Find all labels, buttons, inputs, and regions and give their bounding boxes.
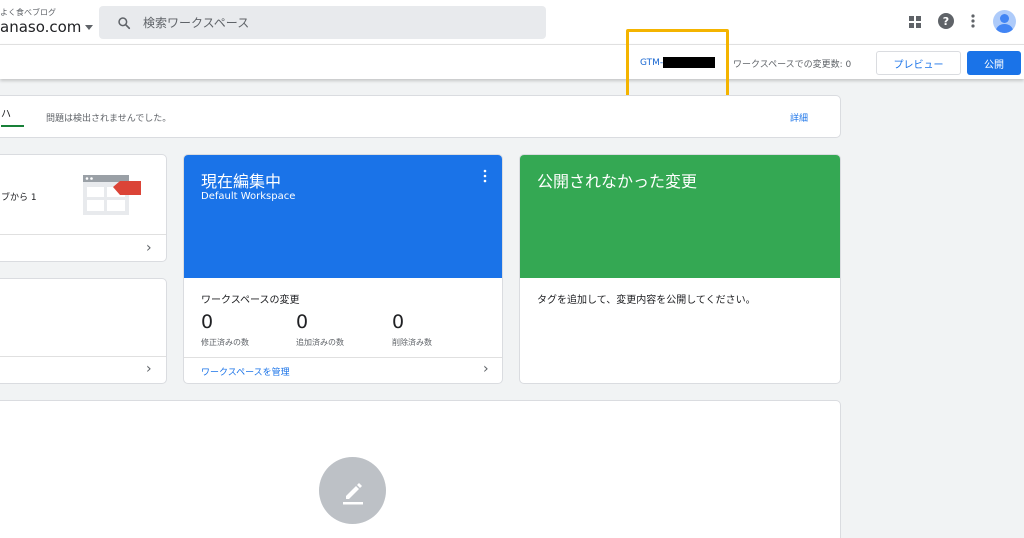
workspace-toolbar: GTM- ワークスペースでの変更数: 0 プレビュー 公開 (0, 44, 1024, 79)
workspace-card-title: 現在編集中 (201, 172, 282, 191)
workspace-changes-count: ワークスペースでの変更数: 0 (733, 60, 852, 70)
unpublished-changes-card: 公開されなかった変更 タグを追加して、変更内容を公開してください。 (519, 154, 841, 384)
caret-down-icon (85, 24, 94, 30)
card-divider (0, 356, 166, 357)
account-subtitle: よく食べブログ (0, 8, 56, 17)
preview-button[interactable]: プレビュー (876, 51, 961, 75)
manage-workspaces-link[interactable]: ワークスペースを管理 (201, 365, 290, 378)
more-vert-icon[interactable] (483, 169, 487, 183)
help-icon[interactable]: ? (938, 13, 954, 29)
chevron-right-icon[interactable]: › (146, 240, 152, 256)
stat-value: 0 (296, 311, 309, 333)
current-workspace-card: 現在編集中 Default Workspace ワークスペースの変更 0 修正済… (183, 154, 503, 384)
unpublished-card-title: 公開されなかった変更 (537, 172, 698, 191)
highlight-annotation-box (626, 29, 729, 100)
avatar-body-shape (996, 24, 1013, 33)
chevron-right-icon[interactable]: › (146, 361, 152, 377)
status-card: ハ 問題は検出されませんでした。 詳細 (0, 95, 841, 138)
left-secondary-card: › (0, 278, 167, 384)
card-divider (0, 234, 166, 235)
unpublished-message: タグを追加して、変更内容を公開してください。 (537, 295, 756, 306)
tag-illustration-icon (83, 175, 141, 215)
chevron-right-icon[interactable]: › (483, 361, 489, 377)
search-bar[interactable] (99, 6, 546, 39)
edit-pencil-icon (342, 482, 363, 504)
left-info-card: ブから 1 › (0, 154, 167, 262)
stat-label: 追加済みの数 (296, 338, 344, 347)
unpublished-card-header: 公開されなかった変更 (520, 155, 840, 278)
stat-value: 0 (201, 311, 214, 333)
more-vert-icon[interactable] (970, 13, 976, 29)
account-selector[interactable]: anaso.com (0, 18, 94, 36)
stat-label: 修正済みの数 (201, 338, 249, 347)
card-divider (184, 357, 502, 358)
publish-button[interactable]: 公開 (967, 51, 1021, 75)
workspace-changes-title: ワークスペースの変更 (201, 295, 300, 306)
status-message: 問題は検出されませんでした。 (46, 114, 172, 124)
search-icon (118, 16, 131, 29)
avatar[interactable] (993, 10, 1016, 33)
stat-label: 削除済み数 (392, 338, 432, 347)
avatar-head-shape (1000, 14, 1009, 23)
apps-icon[interactable] (909, 16, 921, 28)
stat-value: 0 (392, 311, 405, 333)
status-tab-underline (1, 125, 24, 127)
edit-illustration (319, 457, 386, 524)
search-input[interactable] (143, 15, 523, 30)
workspace-name: Default Workspace (201, 191, 296, 202)
workspace-card-header: 現在編集中 Default Workspace (184, 155, 502, 278)
status-tab[interactable]: ハ (1, 105, 11, 120)
account-name: anaso.com (0, 18, 82, 36)
workspace-changes-panel (0, 400, 841, 538)
left-card-text: ブから 1 (1, 193, 37, 203)
details-link[interactable]: 詳細 (790, 111, 808, 124)
top-bar: よく食べブログ anaso.com ? (0, 0, 1024, 44)
